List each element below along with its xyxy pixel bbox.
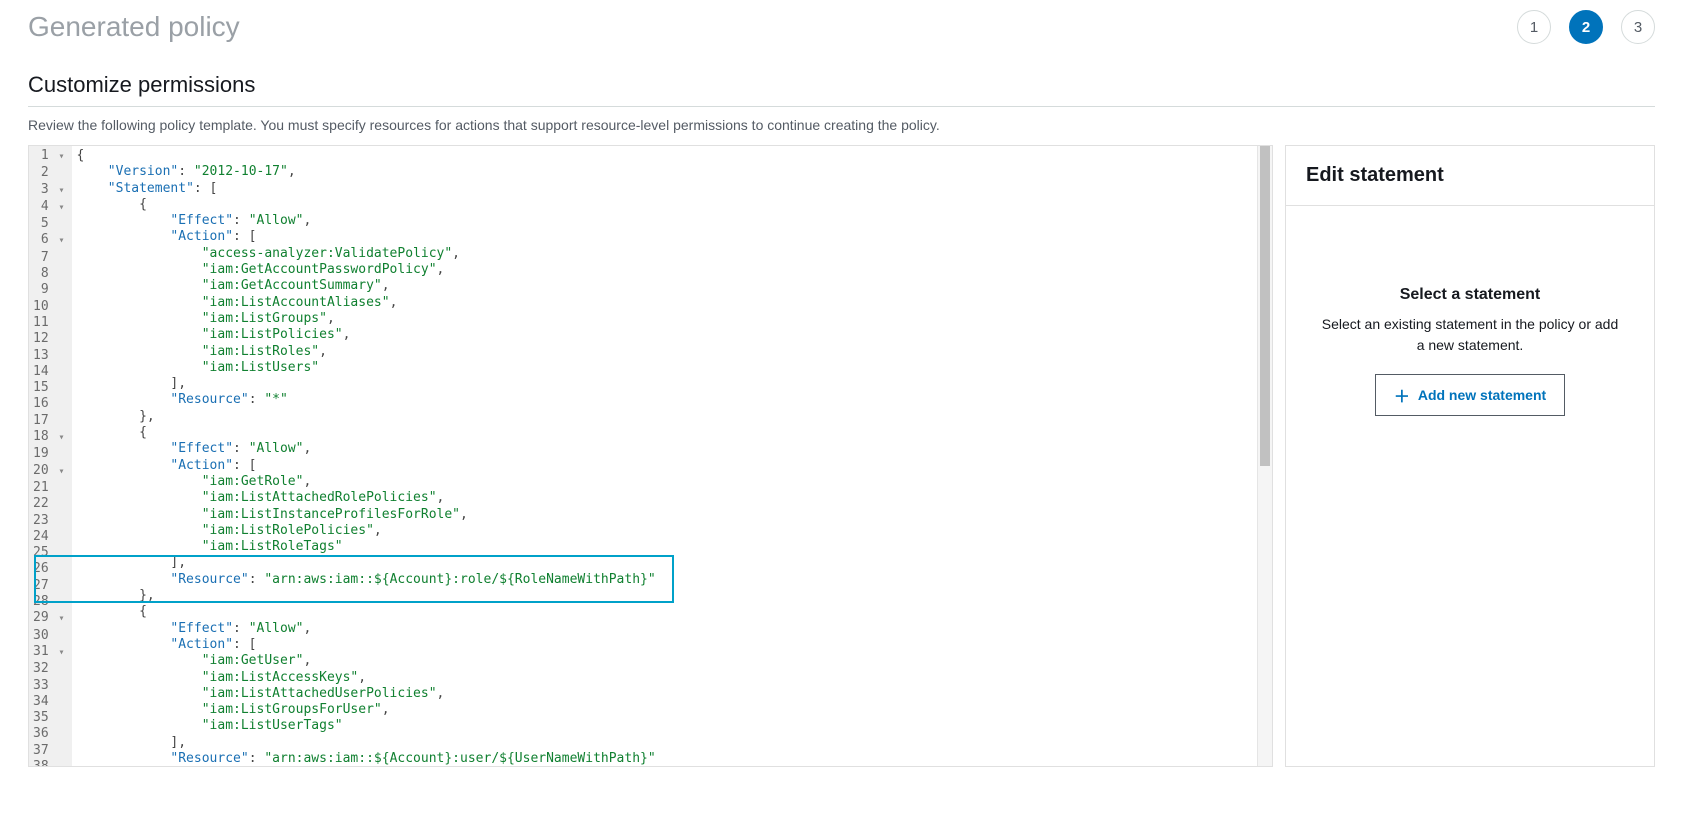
page-title: Generated policy <box>28 11 240 43</box>
gutter-line: 34 <box>33 694 64 710</box>
code-line[interactable]: "Statement": [ <box>76 181 1268 197</box>
gutter-line: 18 ▾ <box>33 429 64 446</box>
gutter-line: 24 <box>33 529 64 545</box>
gutter-line: 5 <box>33 216 64 232</box>
code-line[interactable]: "iam:ListGroups", <box>76 311 1268 327</box>
gutter-line: 17 <box>33 413 64 429</box>
gutter-line: 21 <box>33 480 64 496</box>
wizard-steps: 1 2 3 <box>1517 10 1655 44</box>
code-line[interactable]: "iam:GetUser", <box>76 653 1268 669</box>
code-line[interactable]: { <box>76 197 1268 213</box>
code-line[interactable]: "Effect": "Allow", <box>76 213 1268 229</box>
gutter-line: 6 ▾ <box>33 232 64 249</box>
code-line[interactable]: { <box>76 604 1268 620</box>
gutter-line: 1 ▾ <box>33 148 64 165</box>
code-line[interactable]: "iam:ListRolePolicies", <box>76 523 1268 539</box>
code-line[interactable]: "iam:ListRoleTags" <box>76 539 1268 555</box>
code-line[interactable]: "iam:ListAccountAliases", <box>76 295 1268 311</box>
gutter-line: 30 <box>33 628 64 644</box>
code-line[interactable]: "iam:ListUsers" <box>76 360 1268 376</box>
code-line[interactable]: "iam:ListAttachedRolePolicies", <box>76 490 1268 506</box>
editor-code-area[interactable]: { "Version": "2012-10-17", "Statement": … <box>72 146 1272 766</box>
section-description: Review the following policy template. Yo… <box>28 117 1655 133</box>
add-button-label: Add new statement <box>1418 387 1546 403</box>
code-line[interactable]: "iam:ListGroupsForUser", <box>76 702 1268 718</box>
plus-icon: ＋ <box>1394 383 1410 407</box>
panel-header: Edit statement <box>1286 146 1654 206</box>
gutter-line: 36 <box>33 726 64 742</box>
gutter-line: 38 <box>33 759 64 767</box>
step-2[interactable]: 2 <box>1569 10 1603 44</box>
gutter-line: 33 <box>33 678 64 694</box>
code-line[interactable]: "Action": [ <box>76 637 1268 653</box>
gutter-line: 11 <box>33 315 64 331</box>
code-line[interactable]: "Action": [ <box>76 458 1268 474</box>
code-line[interactable]: "iam:ListAttachedUserPolicies", <box>76 686 1268 702</box>
code-line[interactable]: "Resource": "arn:aws:iam::${Account}:rol… <box>76 572 1268 588</box>
code-line[interactable]: }, <box>76 588 1268 604</box>
step-1[interactable]: 1 <box>1517 10 1551 44</box>
code-line[interactable]: "iam:ListRoles", <box>76 344 1268 360</box>
gutter-line: 19 <box>33 446 64 462</box>
code-line[interactable]: "Effect": "Allow", <box>76 621 1268 637</box>
gutter-line: 35 <box>33 710 64 726</box>
gutter-line: 22 <box>33 496 64 512</box>
gutter-line: 7 <box>33 250 64 266</box>
code-line[interactable]: { <box>76 425 1268 441</box>
editor-scrollbar-vertical[interactable] <box>1257 146 1272 766</box>
scroll-thumb[interactable] <box>1260 146 1270 466</box>
policy-json-editor[interactable]: 1 ▾2 3 ▾4 ▾5 6 ▾7 8 9 10 11 12 13 14 15 … <box>28 145 1273 767</box>
code-line[interactable]: "iam:ListInstanceProfilesForRole", <box>76 507 1268 523</box>
code-line[interactable]: "iam:GetRole", <box>76 474 1268 490</box>
gutter-line: 23 <box>33 513 64 529</box>
gutter-line: 4 ▾ <box>33 199 64 216</box>
select-statement-description: Select an existing statement in the poli… <box>1286 314 1654 356</box>
code-line[interactable]: ], <box>76 376 1268 392</box>
code-line[interactable]: ], <box>76 555 1268 571</box>
section-subheader: Customize permissions <box>28 72 1655 107</box>
gutter-line: 28 <box>33 594 64 610</box>
gutter-line: 37 <box>33 743 64 759</box>
code-line[interactable]: "Resource": "*" <box>76 392 1268 408</box>
gutter-line: 3 ▾ <box>33 182 64 199</box>
code-line[interactable]: "iam:ListAccessKeys", <box>76 670 1268 686</box>
edit-statement-panel: Edit statement Select a statement Select… <box>1285 145 1655 767</box>
code-line[interactable]: ], <box>76 735 1268 751</box>
code-line[interactable]: "iam:GetAccountSummary", <box>76 278 1268 294</box>
code-line[interactable]: "iam:GetAccountPasswordPolicy", <box>76 262 1268 278</box>
code-line[interactable]: "Effect": "Allow", <box>76 441 1268 457</box>
gutter-line: 14 <box>33 364 64 380</box>
gutter-line: 12 <box>33 331 64 347</box>
add-new-statement-button[interactable]: ＋ Add new statement <box>1375 374 1565 416</box>
code-line[interactable]: "Version": "2012-10-17", <box>76 164 1268 180</box>
gutter-line: 8 <box>33 266 64 282</box>
editor-gutter: 1 ▾2 3 ▾4 ▾5 6 ▾7 8 9 10 11 12 13 14 15 … <box>29 146 72 766</box>
select-statement-title: Select a statement <box>1400 286 1541 304</box>
code-line[interactable]: "access-analyzer:ValidatePolicy", <box>76 246 1268 262</box>
code-line[interactable]: "Resource": "arn:aws:iam::${Account}:use… <box>76 751 1268 767</box>
gutter-line: 10 <box>33 299 64 315</box>
gutter-line: 26 <box>33 561 64 577</box>
code-line[interactable]: "iam:ListPolicies", <box>76 327 1268 343</box>
gutter-line: 25 <box>33 545 64 561</box>
gutter-line: 15 <box>33 380 64 396</box>
gutter-line: 20 ▾ <box>33 463 64 480</box>
step-3[interactable]: 3 <box>1621 10 1655 44</box>
code-line[interactable]: "iam:ListUserTags" <box>76 718 1268 734</box>
code-line[interactable]: "Action": [ <box>76 229 1268 245</box>
gutter-line: 29 ▾ <box>33 610 64 627</box>
gutter-line: 9 <box>33 282 64 298</box>
gutter-line: 31 ▾ <box>33 644 64 661</box>
code-line[interactable]: }, <box>76 409 1268 425</box>
code-line[interactable]: { <box>76 148 1268 164</box>
gutter-line: 2 <box>33 165 64 181</box>
gutter-line: 27 <box>33 578 64 594</box>
gutter-line: 13 <box>33 348 64 364</box>
gutter-line: 32 <box>33 661 64 677</box>
gutter-line: 16 <box>33 396 64 412</box>
